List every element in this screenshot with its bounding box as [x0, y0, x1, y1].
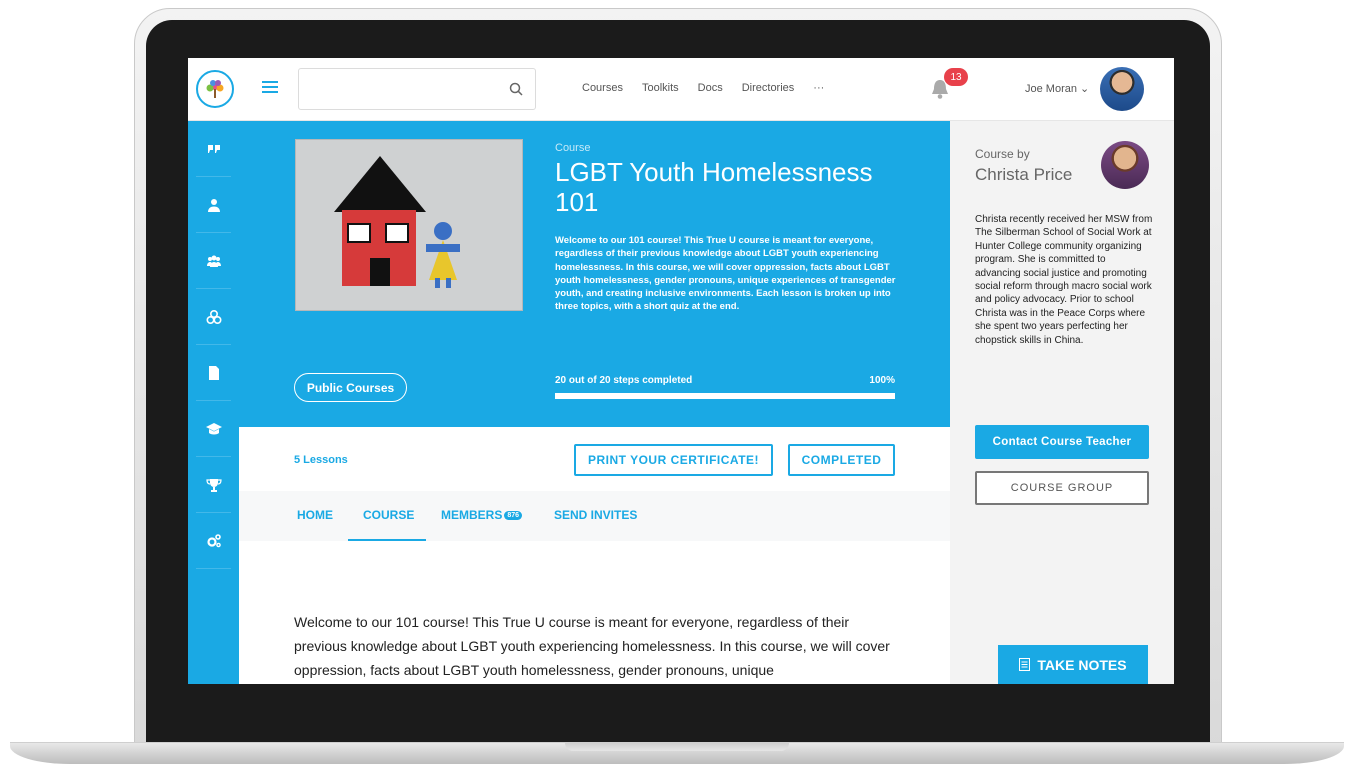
course-label: Course — [555, 142, 591, 154]
hamburger-menu-icon[interactable] — [262, 81, 278, 95]
logo-icon[interactable] — [196, 70, 234, 108]
progress-bar — [555, 393, 895, 399]
laptop-notch — [565, 743, 789, 751]
teacher-panel: Course by Christa Price Christa recently… — [950, 121, 1174, 684]
quote-icon — [207, 144, 220, 153]
course-title: LGBT Youth Homelessness 101 — [555, 157, 873, 217]
groups-icon — [205, 309, 222, 324]
document-icon — [208, 365, 219, 380]
nav-docs[interactable]: Docs — [698, 82, 723, 94]
teacher-bio: Christa recently received her MSW from T… — [975, 214, 1153, 346]
notes-icon — [1019, 658, 1031, 671]
print-certificate-button[interactable]: PRINT YOUR CERTIFICATE! — [574, 444, 773, 476]
active-tab-indicator — [348, 539, 426, 541]
completed-button[interactable]: COMPLETED — [788, 444, 895, 476]
nav-directories[interactable]: Directories — [742, 82, 795, 94]
tab-course[interactable]: COURSE — [363, 508, 414, 522]
sidebar-item-courses[interactable] — [196, 401, 231, 457]
search-input[interactable] — [299, 69, 499, 109]
tab-send-invites[interactable]: SEND INVITES — [554, 508, 637, 522]
sidebar-item-settings[interactable] — [196, 513, 231, 569]
progress-text: 20 out of 20 steps completed — [555, 375, 693, 386]
tab-home[interactable]: HOME — [297, 508, 333, 522]
teacher-avatar[interactable] — [1101, 141, 1149, 189]
course-image — [295, 139, 523, 311]
course-content: Welcome to our 101 course! This True U c… — [294, 614, 890, 678]
progress-percent: 100% — [869, 375, 895, 386]
search-box — [298, 68, 536, 110]
screen: Courses Toolkits Docs Directories ··· 13… — [188, 58, 1174, 684]
sidebar-item-members[interactable] — [196, 233, 231, 289]
teacher-name[interactable]: Christa Price — [975, 165, 1072, 185]
sidebar-item-quotes[interactable] — [196, 121, 231, 177]
search-icon[interactable] — [509, 82, 523, 96]
notification-badge: 13 — [944, 68, 968, 86]
progress-fill — [555, 393, 895, 399]
lessons-count: 5 Lessons — [294, 454, 348, 466]
public-courses-button[interactable]: Public Courses — [294, 373, 407, 402]
users-icon — [206, 255, 221, 267]
course-tabs: HOME COURSE MEMBERS 876 SEND INVITES — [239, 491, 950, 541]
top-bar: Courses Toolkits Docs Directories ··· 13… — [188, 58, 1174, 121]
nav-courses[interactable]: Courses — [582, 82, 623, 94]
sidebar-item-achievements[interactable] — [196, 457, 231, 513]
tab-members-label: MEMBERS — [441, 508, 503, 522]
contact-teacher-button[interactable]: Contact Course Teacher — [975, 425, 1149, 459]
top-nav: Courses Toolkits Docs Directories ··· — [582, 82, 824, 94]
trophy-icon — [205, 478, 222, 492]
course-description: Welcome to our 101 course! This True U c… — [555, 235, 896, 313]
course-by-label: Course by — [975, 147, 1030, 161]
take-notes-button[interactable]: TAKE NOTES — [998, 645, 1148, 684]
user-icon — [207, 198, 220, 212]
course-group-button[interactable]: COURSE GROUP — [975, 471, 1149, 505]
members-count-badge: 876 — [504, 511, 523, 521]
course-actions: 5 Lessons PRINT YOUR CERTIFICATE! COMPLE… — [239, 427, 950, 491]
graduation-cap-icon — [205, 422, 222, 434]
take-notes-label: TAKE NOTES — [1037, 656, 1127, 673]
sidebar-item-documents[interactable] — [196, 345, 231, 401]
nav-more-icon[interactable]: ··· — [813, 82, 824, 94]
course-hero: Public Courses Course LGBT Youth Homeles… — [239, 121, 950, 427]
avatar[interactable] — [1100, 67, 1144, 111]
gears-icon — [206, 533, 221, 547]
user-menu[interactable]: Joe Moran ⌄ — [1025, 82, 1089, 95]
sidebar-item-groups[interactable] — [196, 289, 231, 345]
left-sidebar — [188, 121, 239, 684]
tab-members[interactable]: MEMBERS 876 — [441, 508, 523, 522]
sidebar-item-profile[interactable] — [196, 177, 231, 233]
nav-toolkits[interactable]: Toolkits — [642, 82, 679, 94]
